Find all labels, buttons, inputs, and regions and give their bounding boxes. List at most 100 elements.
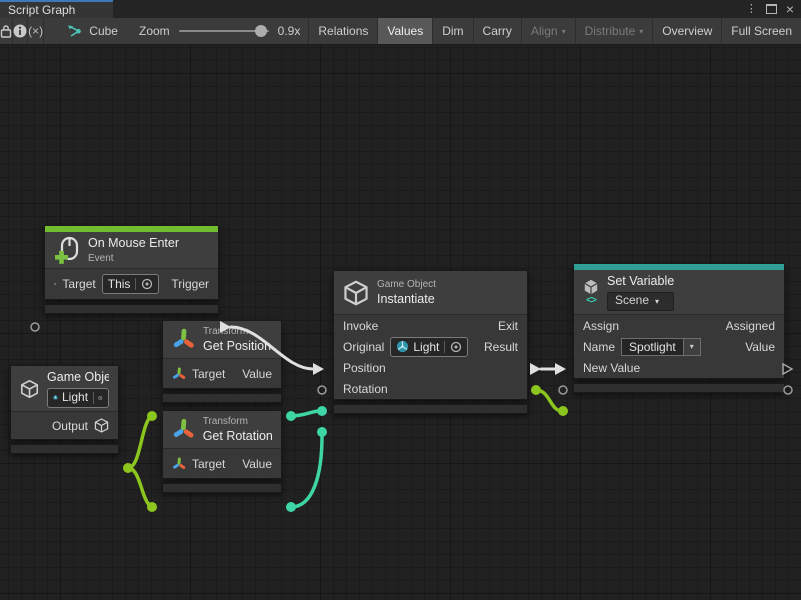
node-footer <box>162 393 282 403</box>
node-footer <box>333 404 528 414</box>
align-button[interactable]: Align ▾ <box>522 18 575 44</box>
port-getposition-target-in[interactable] <box>147 411 157 421</box>
code-icon: <> <box>586 296 596 306</box>
info-icon <box>13 24 27 38</box>
port-new-value-in[interactable] <box>558 406 568 416</box>
carry-label: Carry <box>483 24 512 38</box>
node-title: Get Position <box>203 338 271 354</box>
relations-button[interactable]: Relations <box>309 18 377 44</box>
overview-button[interactable]: Overview <box>653 18 721 44</box>
port-rotation-in[interactable] <box>317 427 327 437</box>
original-value-chip[interactable]: Light <box>390 337 468 357</box>
value-port-label: Value <box>236 457 272 471</box>
close-icon[interactable]: × <box>786 2 794 16</box>
node-on-mouse-enter[interactable]: On Mouse Enter Event Target This Trigger <box>44 225 219 314</box>
node-get-rotation[interactable]: Transform Get Rotation Target Value <box>162 410 282 493</box>
game-object-icon <box>54 276 56 292</box>
wire-output-to-getposition-target <box>128 416 152 468</box>
game-object-icon <box>94 418 109 433</box>
fullscreen-label: Full Screen <box>731 24 792 38</box>
port-getposition-value-out[interactable] <box>286 411 296 421</box>
node-title: On Mouse Enter <box>88 235 179 251</box>
variable-scope-dropdown[interactable]: Scene ▾ <box>607 292 674 311</box>
port-position-in[interactable] <box>317 406 327 416</box>
unity-object-icon <box>396 340 409 353</box>
carry-button[interactable]: Carry <box>474 18 521 44</box>
mouse-enter-icon <box>54 236 80 264</box>
dim-button[interactable]: Dim <box>433 18 472 44</box>
port-original-in[interactable] <box>318 386 326 394</box>
game-object-icon <box>343 280 369 306</box>
port-output-game-object[interactable] <box>123 463 133 473</box>
node-game-object-literal[interactable]: Game Object Light Output <box>10 365 119 454</box>
info-button[interactable] <box>13 18 27 44</box>
object-value-chip[interactable]: Light <box>47 388 109 408</box>
distribute-label: Distribute <box>585 24 636 38</box>
fullscreen-button[interactable]: Full Screen <box>722 18 801 44</box>
values-button[interactable]: Values <box>378 18 432 44</box>
port-target-in-on-mouse-enter[interactable] <box>31 323 39 331</box>
values-label: Values <box>387 24 423 38</box>
port-invoke-in[interactable] <box>313 363 324 375</box>
graph-name: Cube <box>89 24 118 38</box>
graph-flow-icon <box>66 23 82 39</box>
variable-name-field[interactable]: Spotlight ▾ <box>621 338 701 356</box>
tab-script-graph[interactable]: Script Graph <box>0 0 113 18</box>
node-footer <box>162 483 282 493</box>
zoom-value: 0.9x <box>278 24 301 38</box>
variables-button[interactable]: (×) <box>28 18 43 44</box>
port-assign-in[interactable] <box>555 363 566 375</box>
lock-button[interactable] <box>0 18 12 44</box>
node-title: Set Variable <box>607 273 674 289</box>
rotation-port-label: Rotation <box>343 382 388 396</box>
unity-logo-icon <box>583 279 599 295</box>
target-value-chip[interactable]: This <box>102 274 160 294</box>
unity-object-icon <box>53 391 58 404</box>
target-port-label: Target <box>62 277 95 291</box>
port-value-out[interactable] <box>784 386 792 394</box>
graph-canvas[interactable]: On Mouse Enter Event Target This Trigger <box>0 45 801 600</box>
graph-breadcrumb[interactable]: Cube <box>44 23 131 39</box>
align-label: Align <box>531 24 558 38</box>
panel-menu-icon[interactable]: ⋮ <box>746 4 757 15</box>
variable-name-value[interactable]: Spotlight <box>621 338 684 356</box>
object-value: Light <box>62 390 88 406</box>
original-port-label: Original <box>343 340 384 354</box>
wire-output-to-getrotation-target <box>128 468 152 507</box>
zoom-slider-track[interactable] <box>179 30 269 32</box>
invoke-port-label: Invoke <box>343 319 378 333</box>
chevron-down-icon: ▾ <box>655 298 659 306</box>
port-result-out[interactable] <box>531 385 541 395</box>
tab-strip: Script Graph ⋮ × <box>0 0 801 18</box>
chevron-down-icon: ▾ <box>639 28 643 36</box>
output-port-label: Output <box>46 419 88 433</box>
node-instantiate[interactable]: Game Object Instantiate Invoke Exit Orig… <box>333 270 528 414</box>
maximize-icon[interactable] <box>766 4 777 14</box>
transform-icon <box>172 367 186 381</box>
wire-getrotation-value-to-rotation <box>291 436 322 507</box>
node-footer <box>10 444 119 454</box>
wire-result-to-newvalue <box>536 390 562 411</box>
node-set-variable[interactable]: <> Set Variable Scene ▾ Assign Assigned <box>573 263 785 393</box>
variable-name-dropdown[interactable]: ▾ <box>684 338 701 356</box>
zoom-label: Zoom <box>139 24 170 38</box>
chevron-down-icon: ▾ <box>562 28 566 36</box>
zoom-slider-handle[interactable] <box>255 25 267 37</box>
object-picker-icon[interactable] <box>141 278 153 290</box>
port-name-in[interactable] <box>559 386 567 394</box>
game-object-icon <box>20 377 39 401</box>
lock-icon <box>0 24 12 38</box>
port-exit-out[interactable] <box>530 363 541 375</box>
name-port-label: Name <box>583 340 615 354</box>
object-picker-icon[interactable] <box>450 341 462 353</box>
port-getrotation-target-in[interactable] <box>147 502 157 512</box>
set-variable-icon: <> <box>583 279 599 306</box>
port-getrotation-value-out[interactable] <box>286 502 296 512</box>
transform-icon <box>172 418 195 441</box>
original-value: Light <box>413 340 439 354</box>
node-get-position[interactable]: Transform Get Position Target Value <box>162 320 282 403</box>
object-picker-icon[interactable] <box>98 392 103 404</box>
toolbar-button-group: Relations Values Dim Carry Align ▾ Distr… <box>308 18 801 44</box>
dim-label: Dim <box>442 24 463 38</box>
distribute-button[interactable]: Distribute ▾ <box>576 18 653 44</box>
